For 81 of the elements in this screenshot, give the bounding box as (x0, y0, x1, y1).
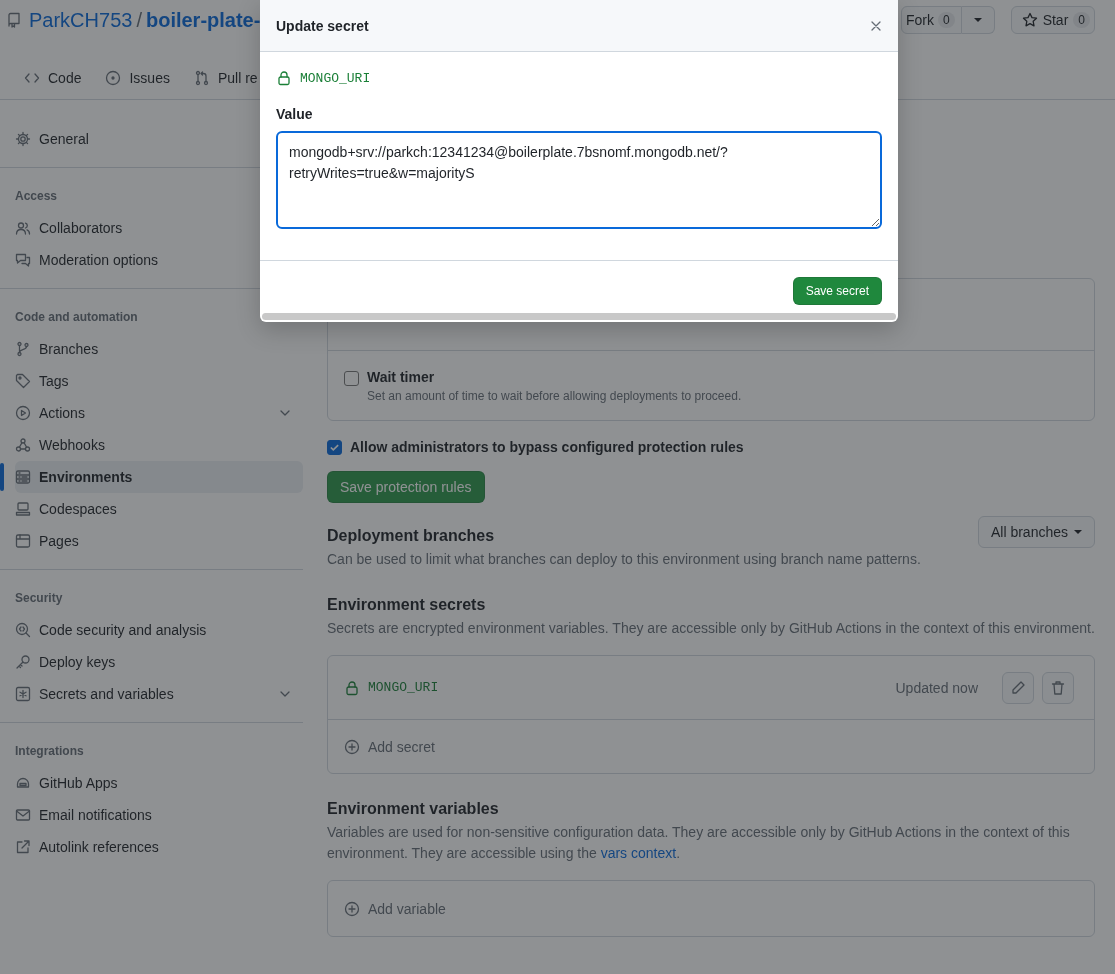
sidebar-item[interactable]: Environments (15, 461, 303, 493)
secret-name: MONGO_URI (368, 680, 439, 695)
repo-tab[interactable]: Code (16, 56, 90, 99)
circle-dot-icon (105, 69, 122, 86)
pull-request-icon (193, 69, 210, 86)
section-description: Can be used to limit what branches can deploy to this environment using branch name patterns. (327, 550, 921, 569)
fork-count: 0 (937, 12, 955, 28)
star-icon (1021, 12, 1038, 28)
save-protection-rules-button[interactable]: Save protection rules (327, 471, 485, 503)
sidebar-item[interactable]: Email notifications (15, 799, 303, 831)
dialog-title: Update secret (276, 17, 369, 34)
section-description: Secrets are encrypted environment variables. They are accessible only by GitHub Actions in the context of this environment. (327, 619, 1095, 638)
sidebar-item[interactable]: Actions (15, 397, 303, 429)
add-variable-link[interactable]: Add variable (328, 881, 1094, 936)
branch-icon (15, 341, 31, 357)
plus-circle-icon (344, 900, 360, 917)
repo-owner-link[interactable]: ParkCH753 (29, 8, 133, 32)
bypass-label: Allow administrators to bypass configured protection rules (350, 439, 744, 455)
sidebar-item[interactable]: Secrets and variables (15, 678, 303, 710)
sidebar-item[interactable]: Deploy keys (15, 646, 303, 678)
save-secret-button[interactable]: Save secret (792, 277, 882, 305)
star-button[interactable]: Star 0 (1010, 6, 1095, 34)
branches-dropdown[interactable]: All branches (977, 516, 1095, 548)
value-label: Value (276, 106, 314, 122)
sidebar-heading: Security (14, 590, 64, 607)
updated-time: Updated now (895, 679, 978, 696)
value-input[interactable]: mongodb+srv://parkch:12341234@boilerplate.7bsnomf.mongodb.net/?retryWrites=true&w=majorityS (276, 131, 882, 229)
list-icon (15, 469, 31, 485)
sidebar-item[interactable]: GitHub Apps (15, 767, 303, 799)
sidebar-item[interactable]: Webhooks (15, 429, 303, 461)
repo-tab[interactable]: Pull re (185, 56, 266, 99)
wait-timer-description: Set an amount of time to wait before allowing deployments to proceed. (367, 389, 742, 403)
lock-icon (344, 679, 360, 696)
repo-tab[interactable]: Issues (97, 56, 178, 99)
fork-button[interactable]: Fork 0 (900, 6, 962, 34)
envelope-icon (15, 807, 31, 823)
section-title: Environment variables (327, 800, 500, 818)
sidebar-item[interactable]: Branches (15, 333, 303, 365)
edit-button[interactable] (1002, 671, 1034, 704)
asterisk-icon (15, 686, 31, 702)
code-search-icon (15, 622, 31, 638)
add-secret-link[interactable]: Add secret (328, 720, 1094, 773)
bypass-checkbox[interactable] (327, 439, 342, 455)
wait-timer-checkbox[interactable] (344, 371, 359, 386)
sidebar-item[interactable]: Pages (15, 525, 303, 557)
repo-name-link[interactable]: boiler-plate- (145, 8, 261, 32)
wait-timer-label: Wait timer (367, 369, 436, 385)
section-title: Environment secrets (327, 596, 487, 614)
active-indicator (0, 463, 4, 491)
gear-icon (15, 131, 31, 147)
sidebar-item[interactable]: Code security and analysis (15, 614, 303, 646)
repository-icon (6, 12, 22, 28)
browser-icon (15, 533, 31, 549)
tag-icon (15, 373, 31, 389)
sidebar-heading: Access (14, 188, 59, 205)
path-separator: / (136, 8, 142, 32)
key-icon (15, 654, 31, 670)
delete-button[interactable] (1042, 671, 1074, 704)
secret-name: MONGO_URI (300, 70, 371, 86)
sidebar-item[interactable]: Moderation options (15, 244, 303, 276)
pencil-icon (1010, 679, 1026, 696)
lock-icon (276, 70, 292, 86)
scrollbar[interactable] (262, 313, 896, 320)
trash-icon (1050, 679, 1066, 696)
external-link-icon (15, 839, 31, 855)
webhook-icon (15, 437, 31, 453)
star-count: 0 (1073, 12, 1090, 28)
sidebar-heading: Code and automation (14, 309, 139, 326)
sidebar-item[interactable]: Tags (15, 365, 303, 397)
sidebar-item[interactable]: Autolink references (15, 831, 303, 863)
section-description: Variables are used for non-sensitive configuration data. They are accessible only by GitHub Actions in the context of this environment. They are accessible using the vars context. (327, 823, 1071, 863)
chat-icon (15, 252, 31, 268)
laptop-icon (15, 501, 31, 517)
section-title: Deployment branches (327, 527, 496, 545)
play-icon (15, 405, 31, 421)
people-icon (15, 220, 31, 236)
sidebar-item[interactable]: Codespaces (15, 493, 303, 525)
fork-menu-button[interactable] (961, 6, 995, 34)
plus-circle-icon (344, 738, 360, 755)
sidebar-heading: Integrations (14, 743, 85, 760)
robot-icon (15, 775, 31, 791)
